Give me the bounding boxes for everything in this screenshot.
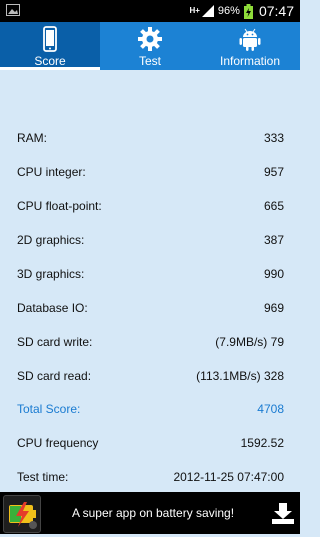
result-label: Database IO: bbox=[17, 301, 88, 315]
tab-score[interactable]: Score bbox=[0, 22, 100, 70]
result-value: 333 bbox=[263, 131, 284, 145]
result-row-sd-read: SD card read: (113.1MB/s) 328 bbox=[0, 359, 300, 393]
clock: 07:47 bbox=[258, 3, 294, 19]
result-label: 2D graphics: bbox=[17, 233, 85, 247]
score-results: RAM: 333 CPU integer: 957 CPU float-poin… bbox=[0, 70, 300, 492]
gear-icon bbox=[138, 27, 162, 51]
network-type: H+ bbox=[189, 6, 200, 15]
result-label: SD card read: bbox=[17, 369, 92, 383]
result-label: SD card write: bbox=[17, 335, 93, 349]
result-row-cpu-integer: CPU integer: 957 bbox=[0, 155, 300, 189]
tab-test[interactable]: Test bbox=[100, 22, 200, 70]
ad-banner[interactable]: A super app on battery saving! bbox=[0, 492, 300, 534]
result-label: CPU frequency bbox=[17, 436, 99, 450]
result-row-test-time: Test time: 2012-11-25 07:47:00 bbox=[0, 460, 300, 494]
ad-text: A super app on battery saving! bbox=[71, 506, 235, 520]
result-label: CPU integer: bbox=[17, 165, 86, 179]
result-value: 1592.52 bbox=[240, 436, 284, 450]
result-value: 665 bbox=[263, 199, 284, 213]
tab-label: Test bbox=[138, 54, 161, 68]
download-icon[interactable] bbox=[270, 500, 296, 526]
tab-label: Information bbox=[219, 54, 281, 68]
image-notification-icon bbox=[6, 4, 20, 16]
battery-logo-icon bbox=[9, 502, 37, 529]
result-value: (113.1MB/s) 328 bbox=[196, 369, 284, 383]
result-label: Test time: bbox=[17, 470, 69, 484]
result-label: RAM: bbox=[17, 131, 47, 145]
tab-bar: Score Test Information bbox=[0, 22, 300, 70]
result-row-cpu-frequency: CPU frequency 1592.52 bbox=[0, 426, 300, 460]
result-row-total-score: Total Score: 4708 bbox=[0, 392, 300, 426]
phone-icon bbox=[43, 26, 57, 52]
signal-icon bbox=[201, 5, 214, 17]
android-icon bbox=[239, 28, 261, 51]
battery-charging-icon bbox=[243, 3, 253, 19]
result-value: (7.9MB/s) 79 bbox=[215, 335, 284, 349]
result-row-sd-write: SD card write: (7.9MB/s) 79 bbox=[0, 325, 300, 359]
result-label: Total Score: bbox=[17, 402, 81, 416]
result-value: 2012-11-25 07:47:00 bbox=[173, 470, 284, 484]
result-row-2d-graphics: 2D graphics: 387 bbox=[0, 223, 300, 257]
result-row-database-io: Database IO: 969 bbox=[0, 291, 300, 325]
result-label: CPU float-point: bbox=[17, 199, 102, 213]
result-row-ram: RAM: 333 bbox=[0, 121, 300, 155]
result-value: 969 bbox=[263, 301, 284, 315]
status-bar: H+ 96% 07:47 bbox=[0, 0, 300, 22]
result-row-3d-graphics: 3D graphics: 990 bbox=[0, 257, 300, 291]
battery-percent: 96% bbox=[217, 5, 240, 17]
result-label: 3D graphics: bbox=[17, 267, 85, 281]
result-value: 957 bbox=[263, 165, 284, 179]
result-value: 990 bbox=[263, 267, 284, 281]
tab-label: Score bbox=[34, 54, 66, 68]
result-row-cpu-float: CPU float-point: 665 bbox=[0, 189, 300, 223]
tab-information[interactable]: Information bbox=[200, 22, 300, 70]
result-value: 4708 bbox=[257, 402, 284, 416]
battery-app-logo-icon bbox=[3, 495, 41, 533]
result-value: 387 bbox=[263, 233, 284, 247]
